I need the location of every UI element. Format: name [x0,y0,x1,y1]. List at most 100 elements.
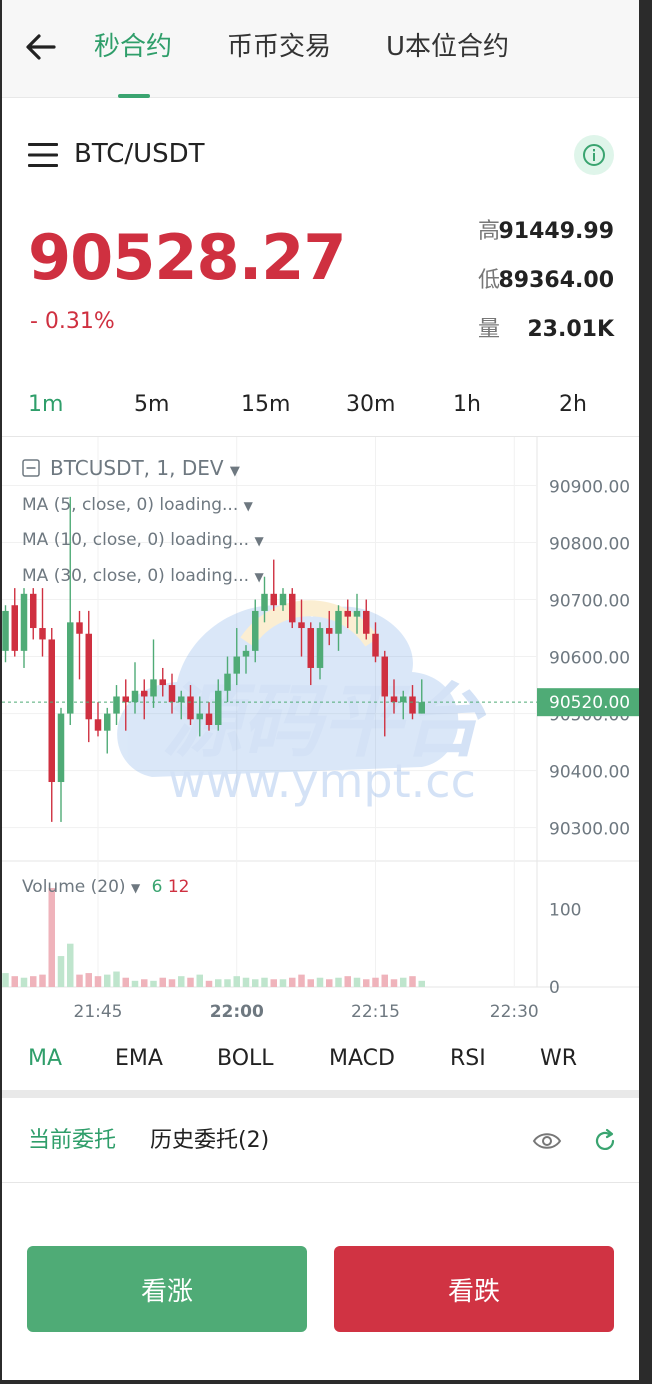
time-tick-label: 21:45 [74,1002,123,1022]
candle-body [178,696,185,703]
interval-5m[interactable]: 5m [134,388,169,422]
candle-body [298,622,305,629]
volume-bar [94,976,102,987]
volume-bar [159,977,166,987]
volume-bar [187,977,194,987]
candle-body [30,593,37,629]
volume-bar [215,979,222,987]
app-root: 秒合约 币币交易 U本位合约 BTC/USDT 90528.27 - 0.31%… [2,0,639,1380]
volume-bar [289,977,296,987]
collapse-icon[interactable] [22,459,40,477]
eye-icon[interactable] [532,1128,562,1154]
volume-down-value: 12 [167,877,190,897]
volume-bar [252,979,259,987]
candle-body [335,610,342,634]
volume-bar [372,977,379,987]
interval-30m[interactable]: 30m [346,388,395,422]
interval-1m[interactable]: 1m [28,388,63,422]
volume-bar [307,979,314,987]
tab-usdt-futures[interactable]: U本位合约 [386,30,509,64]
low-label: 低 [478,268,501,293]
volume-bar [168,979,176,987]
indicator-boll[interactable]: BOLL [217,1044,274,1074]
kline-chart-svg[interactable]: 源码平台 www.ympt.cc 90900.0090800.0090700.0… [2,437,639,1027]
volume-legend[interactable]: Volume (20) ▼ 6 12 [22,876,189,899]
candle-body [141,690,148,697]
volume-bar [141,979,148,987]
symbol-title[interactable]: BTC/USDT [74,137,205,171]
ma30-legend[interactable]: MA (30, close, 0) loading... ▼ [22,565,264,588]
refresh-icon[interactable] [592,1128,618,1154]
ma5-legend[interactable]: MA (5, close, 0) loading... ▼ [22,494,253,517]
price-tick-label: 90900.00 [549,477,630,497]
main-legend[interactable]: BTCUSDT, 1, DEV ▼ [22,457,240,483]
chevron-down-icon[interactable]: ▼ [230,464,240,479]
chevron-down-icon[interactable]: ▼ [254,534,263,548]
candle-body [372,633,379,657]
menu-icon[interactable] [28,142,58,168]
candle-body [418,702,425,714]
candle-body [215,690,222,725]
candle-body [224,673,231,691]
volume-bar [205,980,213,987]
candle-body [279,593,287,606]
time-tick-label: 22:30 [490,1002,539,1022]
volume-bar [390,979,398,987]
active-tab-indicator [118,94,150,98]
interval-15m[interactable]: 15m [241,388,290,422]
candle-body [11,605,18,651]
interval-1h[interactable]: 1h [453,388,481,422]
candle-body [409,696,416,714]
high-value: 91449.99 [498,219,614,244]
candle-body [289,593,296,623]
info-button[interactable] [574,135,614,175]
volume-bar [122,977,129,987]
chevron-down-icon[interactable]: ▼ [131,881,140,895]
tab-spot-trading[interactable]: 币币交易 [227,30,331,64]
volume-bar [196,974,203,987]
candle-body [233,656,240,674]
tab-current-orders[interactable]: 当前委托 [28,1126,116,1156]
volume-legend-label: Volume (20) [22,877,126,897]
candle-body [20,593,28,651]
section-divider [2,1090,639,1098]
candle-body [353,610,361,617]
volume-bar [2,973,9,987]
chevron-down-icon[interactable]: ▼ [254,570,263,584]
ma30-legend-label: MA (30, close, 0) loading... [22,566,250,586]
volume-bar [131,980,139,987]
candle-body [252,610,259,651]
volume-bar [353,977,361,987]
volume-bar [233,976,240,987]
kline-chart[interactable]: 源码平台 www.ympt.cc 90900.00 90800.00 90700.0… [2,436,639,1026]
indicator-rsi[interactable]: RSI [450,1044,486,1074]
candle-body [326,628,333,634]
tab-order-history[interactable]: 历史委托(2) [150,1126,269,1156]
chevron-down-icon[interactable]: ▼ [244,499,253,513]
back-arrow-icon[interactable] [24,30,58,64]
buy-up-button[interactable]: 看涨 [27,1246,307,1332]
volume-bar [113,971,120,987]
ma10-legend[interactable]: MA (10, close, 0) loading... ▼ [22,529,264,552]
tab-second-contract[interactable]: 秒合约 [94,30,172,64]
volume-tick-label: 0 [549,978,560,998]
indicator-ma[interactable]: MA [28,1044,62,1074]
candle-body [131,690,139,703]
candle-body [67,622,74,714]
indicator-macd[interactable]: MACD [329,1044,395,1074]
volume-label: 量 [478,317,501,342]
low-value: 89364.00 [498,268,614,293]
interval-2h[interactable]: 2h [559,388,587,422]
candle-body [205,713,213,725]
indicator-ema[interactable]: EMA [115,1044,163,1074]
last-price: 90528.27 [28,221,347,294]
volume-bar [418,980,425,987]
volume-bar [363,979,370,987]
indicator-wr[interactable]: WR [540,1044,577,1074]
price-change: - 0.31% [30,309,115,334]
volume-bar [270,979,277,987]
buy-down-button[interactable]: 看跌 [334,1246,614,1332]
candle-body [39,628,46,640]
candle-body [168,685,176,703]
candle-body [390,696,398,703]
